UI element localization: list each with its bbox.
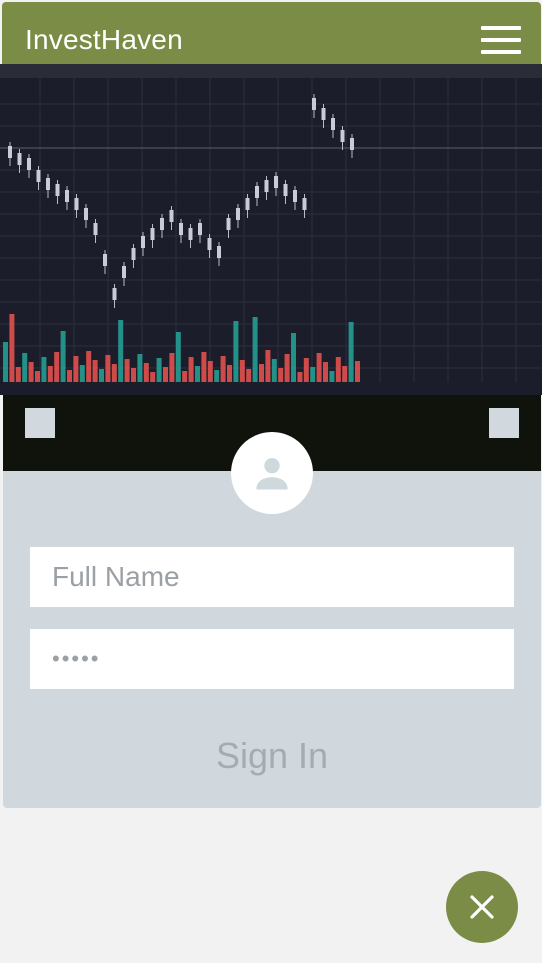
stock-chart-graphic: [0, 64, 542, 395]
close-fab-button[interactable]: [446, 871, 518, 943]
brand-title[interactable]: InvestHaven: [25, 22, 183, 58]
password-field[interactable]: •••••: [30, 629, 514, 689]
avatar: [231, 432, 313, 514]
hamburger-menu-icon[interactable]: [481, 26, 521, 54]
stock-chart-image: [0, 64, 542, 395]
app-header: InvestHaven: [2, 2, 541, 64]
checkbox-right[interactable]: [489, 408, 519, 438]
person-icon: [256, 457, 288, 490]
close-icon: [470, 895, 494, 919]
password-value: •••••: [52, 646, 101, 671]
checkbox-left[interactable]: [25, 408, 55, 438]
sign-in-button[interactable]: Sign In: [3, 726, 541, 786]
full-name-input[interactable]: [30, 547, 514, 607]
